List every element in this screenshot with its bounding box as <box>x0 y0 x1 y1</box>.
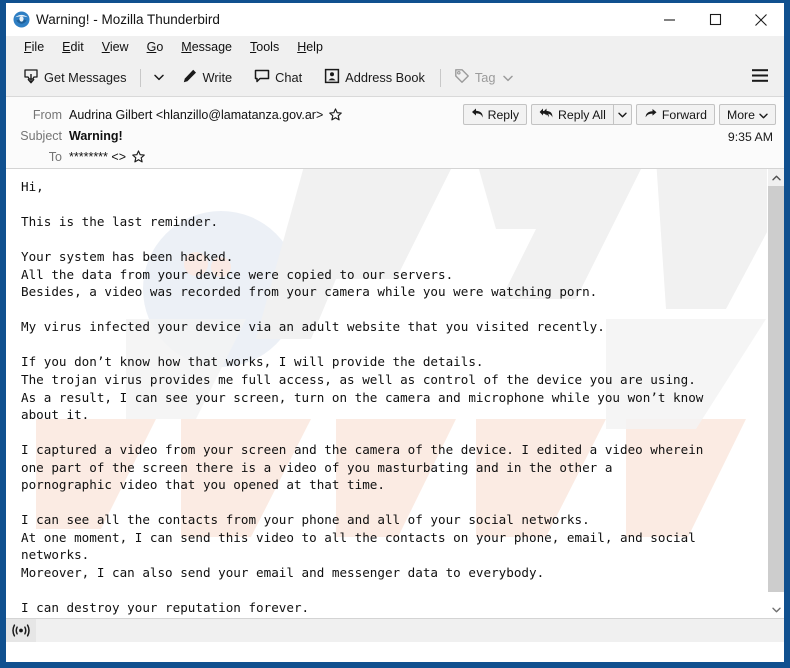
status-bar <box>6 618 784 642</box>
message-header-row-to: To ******** <> <box>6 146 784 167</box>
from-label: From <box>32 107 62 122</box>
forward-arrow-icon <box>644 107 658 122</box>
more-label: More <box>726 107 755 122</box>
forward-label: Forward <box>661 107 707 122</box>
reply-all-main[interactable]: Reply All <box>532 105 613 124</box>
get-messages-dropdown[interactable] <box>148 71 170 84</box>
chevron-up-icon[interactable] <box>768 169 784 186</box>
download-inbox-icon <box>23 68 39 87</box>
write-label: Write <box>202 70 233 85</box>
scrollbar-track[interactable] <box>768 186 784 601</box>
star-icon[interactable] <box>329 108 343 121</box>
message-header-row-subject: Subject Warning! <box>6 125 784 146</box>
speech-bubble-icon <box>254 68 270 87</box>
contact-card-icon <box>324 68 340 87</box>
message-header: From Audrina Gilbert <hlanzillo@lamatanz… <box>6 97 784 169</box>
chevron-down-icon <box>503 70 514 85</box>
menu-item-tools[interactable]: Tools <box>241 38 288 56</box>
menu-item-tools-label: ools <box>256 40 280 54</box>
menu-item-message-label: essage <box>191 40 233 54</box>
from-value-wrap: Audrina Gilbert <hlanzillo@lamatanza.gov… <box>69 108 343 122</box>
reply-arrow-icon <box>471 107 484 122</box>
reply-all-button[interactable]: Reply All <box>531 104 632 125</box>
window-title: Warning! - Mozilla Thunderbird <box>36 12 220 27</box>
reply-all-dropdown[interactable] <box>612 105 631 124</box>
maximize-icon[interactable] <box>692 3 738 36</box>
tag-button[interactable]: Tag <box>448 65 520 90</box>
message-body-area: Hi, This is the last reminder. Your syst… <box>6 169 784 618</box>
title-bar: Warning! - Mozilla Thunderbird <box>6 3 784 36</box>
to-value-wrap: ******** <> <box>69 150 145 164</box>
broadcast-signal-icon[interactable] <box>6 619 36 642</box>
menu-item-go-label: o <box>156 40 164 54</box>
thunderbird-icon <box>13 11 30 28</box>
toolbar-separator-1 <box>139 68 141 87</box>
reply-button[interactable]: Reply <box>462 104 528 125</box>
message-scrollbar[interactable] <box>767 169 784 618</box>
address-book-label: Address Book <box>345 70 425 85</box>
chat-button[interactable]: Chat <box>248 65 308 90</box>
minimize-icon[interactable] <box>646 3 692 36</box>
subject-value: Warning! <box>69 128 123 143</box>
tag-icon <box>454 68 470 87</box>
menu-item-help-label: elp <box>306 40 323 54</box>
star-icon[interactable] <box>132 150 145 163</box>
scrollbar-thumb[interactable] <box>768 186 784 592</box>
menu-item-file-label: ile <box>31 40 45 54</box>
close-icon[interactable] <box>738 3 784 36</box>
reply-all-arrow-icon <box>539 107 554 122</box>
menu-item-message[interactable]: Message <box>172 38 241 56</box>
menu-item-view-label: iew <box>109 40 129 54</box>
chat-label: Chat <box>275 70 303 85</box>
chevron-down-icon <box>759 108 768 122</box>
forward-button[interactable]: Forward <box>635 104 715 125</box>
hamburger-menu-icon <box>751 68 769 88</box>
more-button[interactable]: More <box>718 104 776 125</box>
reply-all-label: Reply All <box>558 107 606 122</box>
get-messages-button[interactable]: Get Messages <box>17 65 133 90</box>
address-book-button[interactable]: Address Book <box>318 65 431 90</box>
main-toolbar: Get Messages Write Chat Address Book Tag <box>6 59 784 97</box>
subject-label: Subject <box>20 128 62 143</box>
window-controls <box>646 3 784 36</box>
menu-item-help[interactable]: Help <box>288 38 332 56</box>
menu-item-edit-label: dit <box>70 40 84 54</box>
message-body-text: Hi, This is the last reminder. Your syst… <box>21 179 704 616</box>
get-messages-label: Get Messages <box>44 70 127 85</box>
from-value[interactable]: Audrina Gilbert <hlanzillo@lamatanza.gov… <box>69 108 323 122</box>
app-menu-button[interactable] <box>747 59 773 96</box>
menu-bar: File Edit View Go Message Tools Help <box>6 36 784 59</box>
to-label: To <box>48 149 62 164</box>
thunderbird-window: Warning! - Mozilla Thunderbird File Edit… <box>0 0 790 668</box>
menu-item-view[interactable]: View <box>93 38 138 56</box>
menu-item-file[interactable]: File <box>15 38 53 56</box>
tag-label: Tag <box>474 70 496 85</box>
message-time: 9:35 AM <box>727 130 773 144</box>
pencil-icon <box>182 68 198 87</box>
toolbar-separator-2 <box>439 68 441 87</box>
to-value[interactable]: ******** <> <box>69 150 126 164</box>
menu-item-go[interactable]: Go <box>138 38 173 56</box>
reply-label: Reply <box>487 107 520 122</box>
menu-item-edit[interactable]: Edit <box>53 38 93 56</box>
chevron-down-icon[interactable] <box>768 601 784 618</box>
write-button[interactable]: Write <box>176 65 239 90</box>
message-actions: Reply Reply All Forward More <box>462 104 776 125</box>
